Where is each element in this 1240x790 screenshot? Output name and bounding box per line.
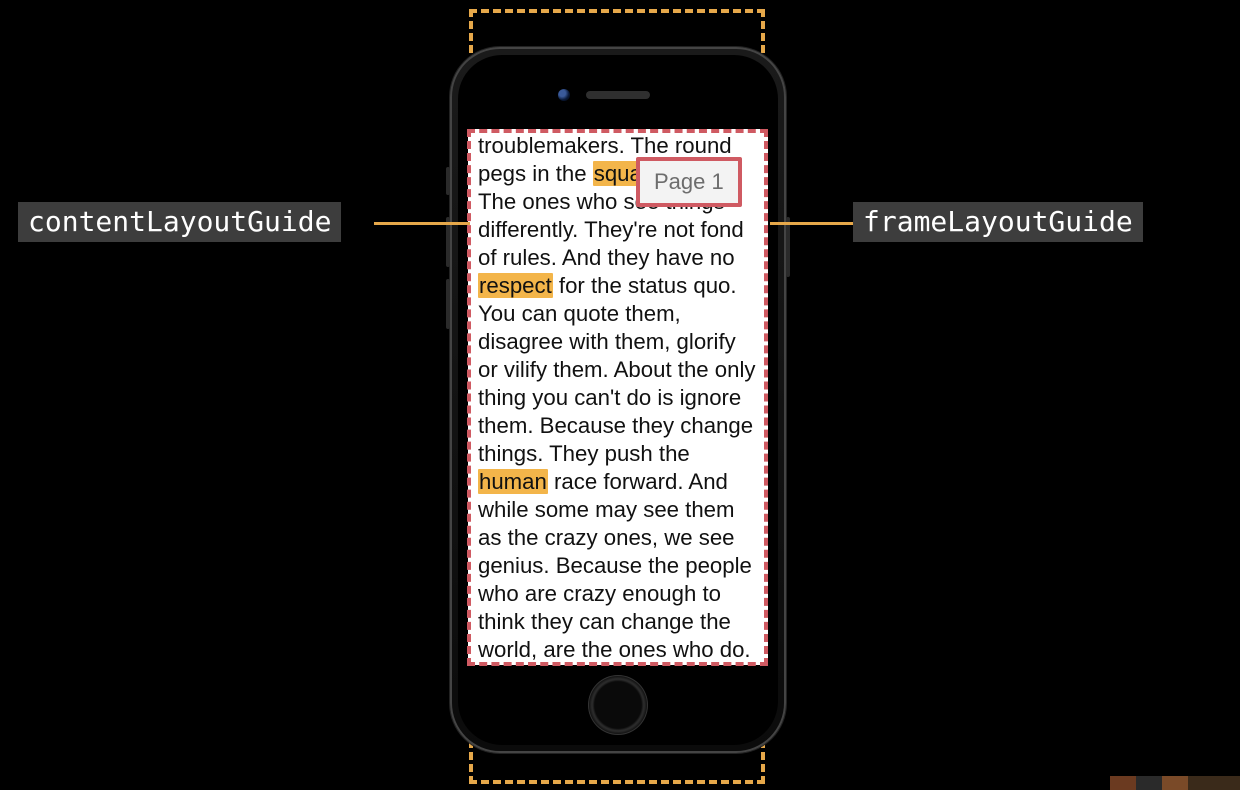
content-guide-connector [374,222,470,225]
phone-volume-down [446,279,450,329]
phone-power-button [786,217,790,277]
phone-mute-switch [446,167,450,195]
frame-layout-guide-label: frameLayoutGuide [853,202,1143,242]
home-button-icon[interactable] [588,675,648,735]
page-indicator-badge: Page 1 [636,157,742,207]
video-scrubber-artifact [1110,776,1240,790]
diagram-stage: troublemakers. The round pegs in the squ… [0,0,1240,790]
frame-guide-connector [770,222,855,225]
front-camera-icon [558,89,570,101]
frame-layout-guide-rect [467,129,768,666]
content-layout-guide-label: contentLayoutGuide [18,202,341,242]
earpiece-speaker-icon [586,91,650,99]
